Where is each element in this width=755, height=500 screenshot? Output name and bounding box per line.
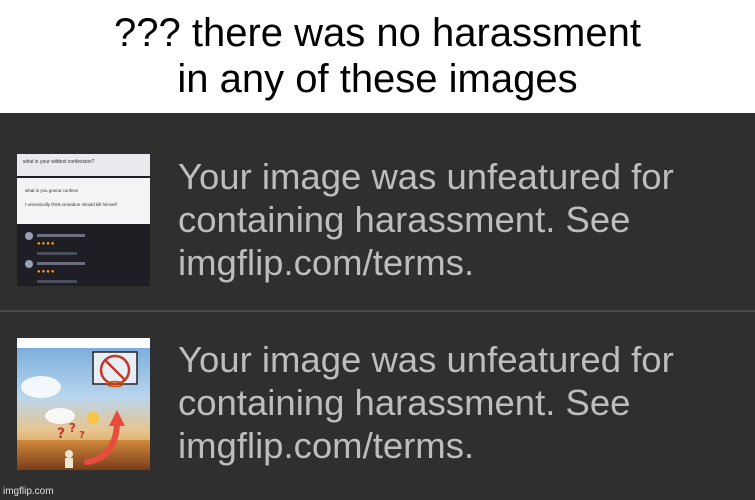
imgflip-watermark: imgflip.com — [3, 486, 54, 497]
red-arrow-icon — [84, 421, 120, 465]
notification-item[interactable]: ? ? ? Your image was unfeatured for cont… — [0, 316, 755, 500]
thumbnail-comment: what is you gonna confess — [25, 188, 79, 193]
svg-text:?: ? — [69, 421, 76, 435]
message-line-2: containing harassment. See — [178, 382, 631, 423]
message-line-1: Your image was unfeatured for — [178, 156, 674, 197]
avatar — [25, 260, 33, 268]
svg-text:?: ? — [79, 430, 85, 441]
thumbnail-post-header: what is your wildest confession? — [17, 154, 150, 176]
emoji-face-icon — [87, 412, 99, 424]
notification-thumbnail[interactable]: ? ? ? — [17, 338, 150, 470]
message-line-1: Your image was unfeatured for — [178, 339, 674, 380]
avatar — [25, 232, 33, 240]
notification-divider — [0, 310, 755, 312]
thumbnail-post-title: what is your wildest confession? — [23, 159, 95, 165]
message-line-2: containing harassment. See — [178, 199, 631, 240]
question-marks-icon: ? — [57, 426, 65, 442]
notification-thumbnail[interactable]: what is your wildest confession? what is… — [17, 154, 150, 286]
emoji-reaction-icon: ●●●● — [37, 241, 56, 247]
notification-item[interactable]: what is your wildest confession? what is… — [0, 117, 755, 301]
username-placeholder — [37, 234, 85, 237]
emoji-reaction-icon: ●●●● — [37, 269, 56, 275]
message-line-3: imgflip.com/terms. — [178, 242, 475, 283]
meme-caption: ??? there was no harassment in any of th… — [0, 0, 755, 113]
notification-message: Your image was unfeatured for containing… — [178, 155, 748, 284]
notification-message: Your image was unfeatured for containing… — [178, 338, 748, 467]
thumbnail-comment: I unironically think cinnabon should kil… — [25, 202, 117, 207]
figure-shape — [65, 450, 73, 458]
caption-line-2: in any of these images — [177, 57, 578, 101]
caption-line-1: ??? there was no harassment — [114, 11, 641, 55]
username-placeholder — [37, 262, 85, 265]
thumbnail-comment-box: what is you gonna confess I unironically… — [17, 178, 150, 224]
message-line-3: imgflip.com/terms. — [178, 425, 475, 466]
comment-meta-placeholder — [37, 252, 77, 255]
meme-illustration: ? ? ? — [57, 351, 138, 468]
comment-meta-placeholder — [37, 280, 77, 283]
